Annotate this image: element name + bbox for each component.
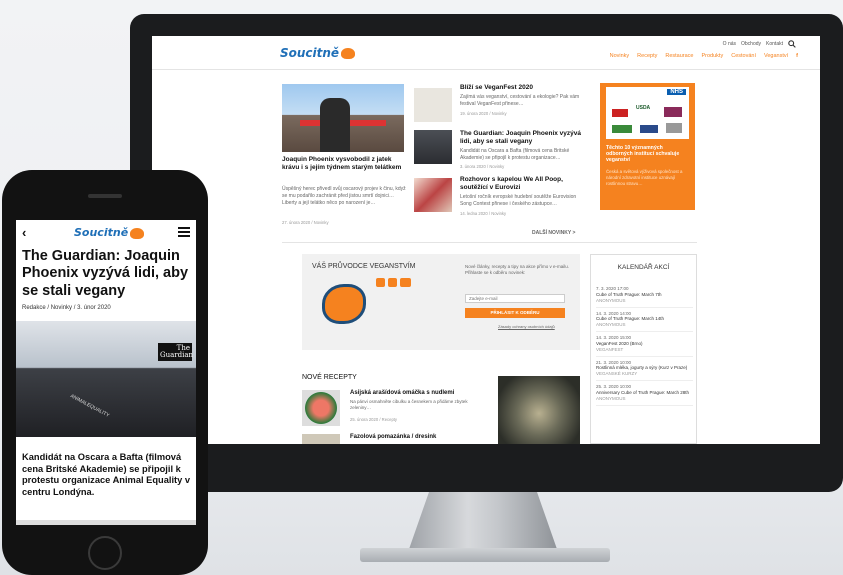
news-excerpt-2: Kandidát na Oscara a Bafta (filmová cena…: [460, 148, 570, 161]
site-logo[interactable]: Soucitně: [280, 46, 356, 60]
recipe-image-1[interactable]: [302, 390, 340, 426]
lead-article-meta: 27. února 2020 / Novinky: [282, 220, 329, 225]
top-link-about[interactable]: O nás: [723, 41, 736, 47]
news-image-1[interactable]: [414, 88, 452, 122]
nav-item-products[interactable]: Produkty: [702, 53, 724, 59]
top-link-shops[interactable]: Obchody: [741, 41, 761, 47]
main-nav: Novinky Recepty Restaurace Produkty Cest…: [610, 53, 798, 59]
news-excerpt-3: Letošní ročník evropské hudební soutěže …: [460, 194, 577, 207]
lead-article-image[interactable]: [282, 84, 404, 152]
guardian-logo: The Guardian: [158, 343, 194, 361]
nav-item-veganism[interactable]: Veganství: [764, 53, 788, 59]
event-org: VEGANFEST: [596, 346, 624, 352]
recipe-meta-1: 25. února 2020 / Recepty: [350, 417, 398, 422]
promo-title[interactable]: Těchto 10 významných odborných institucí…: [606, 145, 690, 164]
calendar-event[interactable]: 25. 3. 2020 10:00 Anniversary Cube of Tru…: [596, 381, 693, 406]
event-org: ANONYMOUS: [596, 322, 626, 328]
usda-logo: USDA: [636, 105, 651, 111]
recipe-title-2[interactable]: Fazolová pomazánka / dresink: [350, 434, 480, 441]
more-news-link[interactable]: DALŠÍ NOVINKY >: [532, 230, 575, 237]
guide-text: Nové články, recepty a tipy na akce přím…: [465, 264, 569, 276]
site-header: Soucitně O nás Obchody Kontakt Novinky R…: [152, 36, 820, 70]
top-links: O nás Obchody Kontakt: [723, 40, 796, 48]
phone-speaker: [88, 194, 122, 198]
mobile-article-image: The Guardian ANIMALEQUALITY: [16, 321, 196, 437]
fox-logo-icon: [130, 227, 145, 239]
mascot-fox-icon: [322, 284, 366, 324]
mobile-phone: ‹ Soucitně The Guardian: Joaquin Phoenix…: [2, 170, 208, 575]
top-link-contact[interactable]: Kontakt: [766, 41, 783, 47]
mobile-article-lede: Kandidát na Oscara a Bafta (filmová cena…: [22, 452, 191, 497]
monitor-stand-foot: [360, 548, 610, 562]
news-image-2[interactable]: [414, 130, 452, 164]
mobile-screen: ‹ Soucitně The Guardian: Joaquin Phoenix…: [16, 220, 196, 525]
nhs-logo: NHS: [667, 89, 686, 95]
recipes-title: NOVÉ RECEPTY: [302, 374, 357, 381]
recipe-excerpt-1: Na pánvi osmahněte cibulku a česnekem a …: [350, 399, 468, 411]
calendar-title: KALENDÁŘ AKCÍ: [617, 264, 670, 271]
youtube-icon[interactable]: [400, 278, 411, 287]
nav-item-news[interactable]: Novinky: [610, 53, 630, 59]
event-org: ANONYMOUS: [596, 395, 626, 401]
nav-item-restaurants[interactable]: Restaurace: [665, 53, 693, 59]
home-button[interactable]: [88, 536, 122, 570]
subscribe-button[interactable]: PŘIHLÁSIT K ODBĚRU: [465, 308, 565, 318]
back-chevron-icon[interactable]: ‹: [22, 225, 26, 240]
nav-item-recipes[interactable]: Recepty: [637, 53, 657, 59]
facebook-icon[interactable]: f: [796, 53, 798, 59]
calendar-event-list: 7. 3. 2020 17:00 Cube of Truth Prague: Ma…: [596, 283, 693, 406]
news-title-2[interactable]: The Guardian: Joaquin Phoenix vyzývá lid…: [460, 130, 585, 146]
calendar-event[interactable]: 21. 3. 2020 10:00 Rostlinná mléka, jogurt…: [596, 357, 693, 382]
shirt-print: ANIMALEQUALITY: [69, 393, 111, 419]
news-image-3[interactable]: [414, 178, 452, 212]
institutions-logos: NHS USDA: [606, 87, 689, 139]
meta-author[interactable]: Redakce: [22, 305, 46, 311]
newsletter-email-input[interactable]: [465, 294, 565, 303]
news-meta-2: 3. února 2020 / Novinky: [460, 164, 505, 169]
events-calendar: KALENDÁŘ AKCÍ 7. 3. 2020 17:00 Cube of Tr…: [590, 254, 697, 444]
meta-category[interactable]: Novinky: [51, 305, 72, 311]
desktop-monitor: Soucitně O nás Obchody Kontakt Novinky R…: [130, 14, 843, 492]
recipe-title-1[interactable]: Asijská arašídová omáčka s nudlemi: [350, 390, 480, 397]
promo-card[interactable]: NHS USDA Těchto 10 významných odborných …: [600, 83, 695, 210]
mobile-article-title: The Guardian: Joaquin Phoenix vyzývá lid…: [22, 248, 189, 299]
privacy-link[interactable]: Zásady ochrany osobních údajů: [498, 324, 555, 329]
mobile-bottom-bar: [16, 520, 196, 525]
guide-title: VÁŠ PRŮVODCE VEGANSTVÍM: [312, 263, 416, 270]
recipe-feature-image[interactable]: [498, 376, 580, 444]
news-meta-1: 19. února 2020 / Novinky: [460, 111, 507, 116]
news-title-3[interactable]: Rozhovor s kapelou We All Poop, soutěžíc…: [460, 176, 585, 192]
hamburger-menu-icon[interactable]: [178, 227, 190, 237]
newsletter-box: VÁŠ PRŮVODCE VEGANSTVÍM Nové články, rec…: [302, 254, 580, 350]
mobile-site-logo[interactable]: Soucitně: [74, 226, 145, 239]
social-icons: [376, 278, 411, 287]
promo-excerpt: Česká a světová výživová společnost a ná…: [606, 169, 683, 186]
mobile-article-meta: Redakce / Novinky / 3. únor 2020: [22, 305, 111, 311]
divider: [282, 242, 697, 243]
lead-article-excerpt: Úspěšný herec přivedl svůj oscarový proj…: [282, 186, 406, 206]
meta-date: 3. únor 2020: [77, 305, 111, 311]
search-icon[interactable]: [788, 40, 796, 48]
calendar-event[interactable]: 14. 3. 2020 15:00 VeganFest 2020 (Brno) VE…: [596, 332, 693, 357]
recipe-image-2[interactable]: [302, 434, 340, 444]
news-title-1[interactable]: Blíží se VeganFest 2020: [460, 84, 585, 92]
event-name: Anniversary Cube of Truth Prague: March …: [596, 389, 690, 395]
facebook-icon[interactable]: [376, 278, 385, 287]
event-org: VEGANSKÉ KURZY: [596, 371, 638, 377]
news-meta-3: 14. ledna 2020 / Novinky: [460, 211, 507, 216]
fox-logo-icon: [341, 48, 356, 59]
news-excerpt-1: Zajímá vás veganství, cestování a ekolog…: [460, 94, 580, 107]
nav-item-travel[interactable]: Cestování: [731, 53, 756, 59]
desktop-screen: Soucitně O nás Obchody Kontakt Novinky R…: [152, 36, 820, 444]
calendar-event[interactable]: 7. 3. 2020 17:00 Cube of Truth Prague: Ma…: [596, 283, 693, 308]
lead-article-title[interactable]: Joaquin Phoenix vysvobodil z jatek krávu…: [282, 156, 406, 172]
monitor-stand-neck: [408, 492, 558, 552]
calendar-event[interactable]: 14. 3. 2020 14:00 Cube of Truth Prague: M…: [596, 308, 693, 333]
instagram-icon[interactable]: [388, 278, 397, 287]
event-org: ANONYMOUS: [596, 297, 626, 303]
